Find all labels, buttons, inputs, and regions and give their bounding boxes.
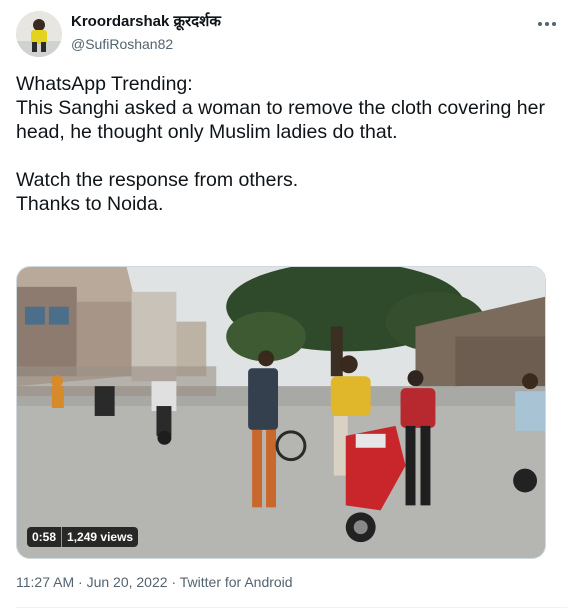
divider — [16, 607, 567, 608]
video-duration: 0:58 — [32, 530, 57, 544]
video-thumbnail — [17, 267, 545, 558]
tweet-header: Kroordarshak क्रूरदर्शक @SufiRoshan82 — [71, 13, 221, 53]
display-name[interactable]: Kroordarshak क्रूरदर्शक — [71, 13, 221, 31]
tweet-source[interactable]: Twitter for Android — [180, 574, 293, 590]
user-handle[interactable]: @SufiRoshan82 — [71, 35, 221, 53]
tweet-text-line: This Sanghi asked a woman to remove the … — [16, 97, 545, 143]
tweet-text-line: Thanks to Noida. — [16, 193, 164, 215]
more-options-button[interactable] — [535, 12, 559, 36]
avatar[interactable] — [16, 11, 62, 57]
tweet-text: WhatsApp Trending: This Sanghi asked a w… — [16, 72, 556, 216]
tweet-date[interactable]: Jun 20, 2022 — [87, 574, 168, 590]
tweet-time[interactable]: 11:27 AM — [16, 574, 74, 590]
more-horizontal-icon — [538, 22, 556, 26]
video-views: 1,249 views — [67, 530, 134, 544]
tweet-text-line: WhatsApp Trending: — [16, 73, 193, 95]
video-player[interactable]: 0:58 1,249 views — [16, 266, 546, 559]
tweet-text-line: Watch the response from others. — [16, 169, 299, 191]
avatar-image — [16, 11, 62, 57]
video-stats-badge: 0:58 1,249 views — [27, 527, 139, 547]
meta-separator: · — [171, 574, 177, 590]
meta-separator: · — [78, 574, 83, 590]
tweet-metadata: 11:27 AM · Jun 20, 2022 · Twitter for An… — [16, 574, 293, 590]
tweet: Kroordarshak क्रूरदर्शक @SufiRoshan82 Wh… — [0, 0, 583, 615]
